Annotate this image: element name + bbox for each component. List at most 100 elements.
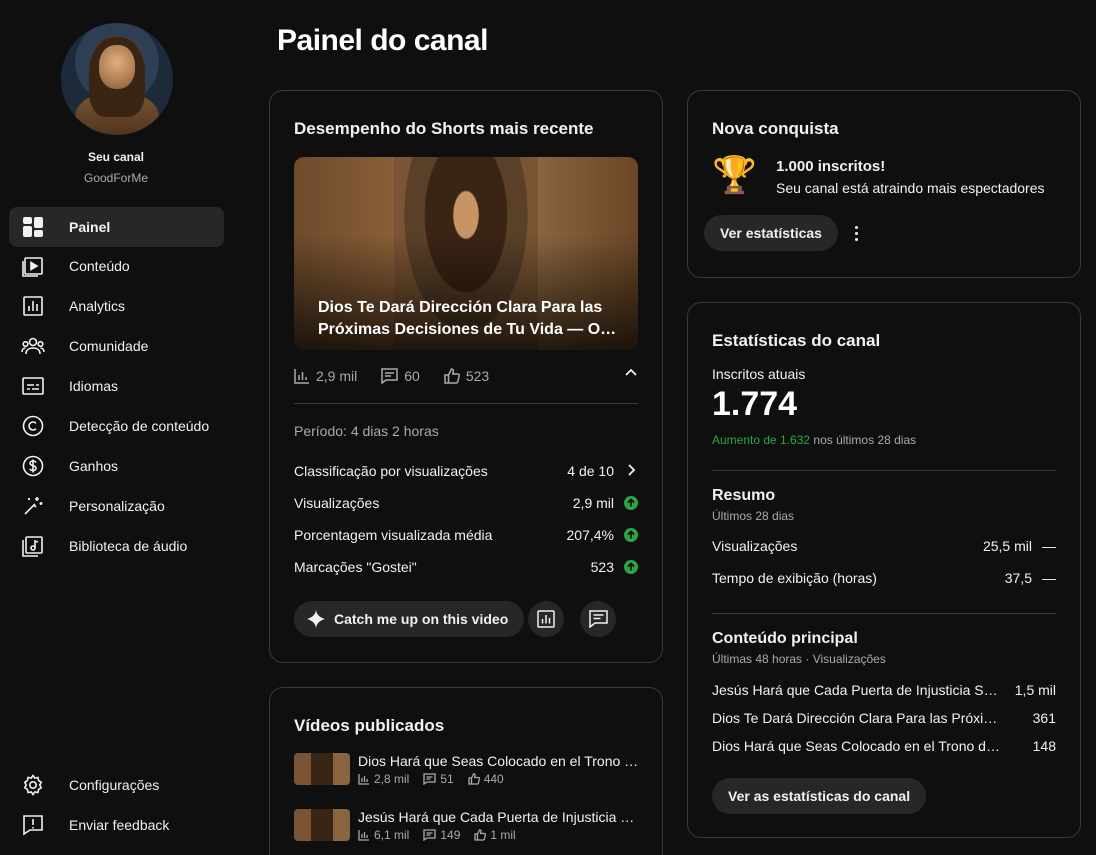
card-title: Desempenho do Shorts mais recente	[294, 119, 594, 138]
view-channel-stats-button[interactable]: Ver as estatísticas do canal	[712, 778, 927, 814]
metric-value: 4 de 10	[567, 463, 614, 479]
copyright-icon	[21, 414, 45, 438]
shorts-stats: 2,9 mil 60 523	[294, 365, 638, 387]
metric-name: Porcentagem visualizada média	[294, 527, 493, 543]
metric-value: 523	[590, 559, 614, 575]
analytics-button[interactable]	[528, 601, 564, 637]
summary-title: Resumo	[712, 487, 776, 504]
analytics-icon	[21, 294, 45, 318]
sidebar-item-label: Analytics	[69, 298, 126, 314]
divider	[712, 613, 1056, 614]
comment-icon	[588, 610, 608, 628]
metric-row-views: Visualizações 2,9 mil	[294, 492, 638, 514]
dashboard-icon	[21, 215, 45, 239]
comment-icon	[423, 829, 436, 841]
content-icon	[21, 254, 45, 278]
shorts-comments: 60	[404, 368, 420, 384]
feedback-icon	[21, 813, 45, 837]
gear-icon	[21, 773, 45, 797]
channel-avatar[interactable]	[61, 23, 173, 135]
shorts-thumbnail[interactable]: Dios Te Dará Dirección Clara Para las Pr…	[294, 157, 638, 350]
shorts-performance-card: Desempenho do Shorts mais recente Dios T…	[269, 90, 663, 663]
metric-name: Classificação por visualizações	[294, 463, 488, 479]
metric-row-likes: Marcações "Gostei" 523	[294, 556, 638, 578]
sidebar: Seu canal GoodForMe Painel Conteúdo Anal…	[0, 0, 240, 855]
divider	[294, 403, 638, 404]
sparkle-icon	[307, 610, 325, 628]
video-stats: 2,8 mil 51 440	[358, 772, 518, 786]
top-content-title: Conteúdo principal	[712, 630, 858, 647]
video-thumbnail	[294, 809, 350, 841]
sidebar-item-customization[interactable]: Personalização	[9, 486, 224, 526]
arrow-up-icon	[624, 496, 638, 510]
sidebar-item-label: Detecção de conteúdo	[69, 418, 210, 434]
page-title: Painel do canal	[277, 24, 488, 57]
magic-wand-icon	[21, 494, 45, 518]
sidebar-item-label: Comunidade	[69, 338, 149, 354]
achievement-subtitle: Seu canal está atraindo mais espectadore…	[776, 180, 1045, 196]
view-stats-button[interactable]: Ver estatísticas	[704, 215, 838, 251]
video-thumbnail	[294, 753, 350, 785]
card-title: Estatísticas do canal	[712, 331, 881, 350]
sidebar-item-label: Biblioteca de áudio	[69, 538, 188, 554]
views-icon	[358, 830, 369, 841]
metric-row-rank[interactable]: Classificação por visualizações 4 de 10	[294, 460, 638, 482]
subs-value: 1.774	[712, 385, 798, 423]
views-icon	[358, 774, 369, 785]
channel-name: GoodForMe	[83, 171, 149, 185]
sidebar-item-label: Painel	[69, 219, 111, 235]
top-content-subtitle: Últimas 48 horas · Visualizações	[712, 652, 886, 666]
community-icon	[21, 334, 45, 358]
top-content-row[interactable]: Jesús Hará que Cada Puerta de Injusticia…	[712, 680, 1056, 700]
catch-me-up-button[interactable]: Catch me up on this video	[294, 601, 525, 637]
achievement-title: 1.000 inscritos!	[776, 158, 886, 175]
summary-row-views: Visualizações 25,5 mil —	[712, 538, 1056, 554]
list-item[interactable]: Jesús Hará que Cada Puerta de Injusticia…	[294, 809, 639, 843]
sidebar-item-earnings[interactable]: Ganhos	[9, 446, 224, 486]
sidebar-item-analytics[interactable]: Analytics	[9, 286, 224, 326]
sidebar-item-content[interactable]: Conteúdo	[9, 246, 224, 286]
summary-subtitle: Últimos 28 dias	[712, 509, 795, 523]
sidebar-item-languages[interactable]: Idiomas	[9, 366, 224, 406]
sidebar-item-dashboard[interactable]: Painel	[9, 207, 224, 247]
comments-button[interactable]	[580, 601, 616, 637]
trophy-icon: 🏆	[712, 154, 757, 195]
video-stats: 6,1 mil 149 1 mil	[358, 828, 530, 842]
published-videos-card: Vídeos publicados Dios Hará que Seas Col…	[269, 687, 663, 855]
channel-label: Seu canal	[87, 150, 145, 164]
sidebar-item-feedback[interactable]: Enviar feedback	[9, 805, 224, 845]
comment-icon	[423, 773, 436, 785]
video-title: Dios Hará que Seas Colocado en el Trono …	[358, 753, 639, 769]
sidebar-item-label: Configurações	[69, 777, 160, 793]
like-icon	[468, 773, 480, 785]
top-content-row[interactable]: Dios Te Dará Dirección Clara Para las Pr…	[712, 708, 1056, 728]
achievement-card: Nova conquista 🏆 1.000 inscritos! Seu ca…	[687, 90, 1081, 278]
dollar-icon	[21, 454, 45, 478]
comment-icon	[381, 368, 398, 384]
sidebar-item-label: Enviar feedback	[69, 817, 170, 833]
card-title: Nova conquista	[712, 119, 839, 138]
card-title: Vídeos publicados	[294, 716, 445, 735]
shorts-views: 2,9 mil	[316, 368, 358, 384]
metric-row-avg-viewed: Porcentagem visualizada média 207,4%	[294, 524, 638, 546]
sidebar-item-settings[interactable]: Configurações	[9, 765, 224, 805]
like-icon	[444, 368, 460, 384]
sidebar-item-community[interactable]: Comunidade	[9, 326, 224, 366]
sidebar-item-label: Conteúdo	[69, 258, 130, 274]
metric-value: 2,9 mil	[572, 495, 614, 511]
divider	[712, 470, 1056, 471]
list-item[interactable]: Dios Hará que Seas Colocado en el Trono …	[294, 753, 639, 787]
shorts-likes: 523	[465, 368, 490, 384]
summary-row-watch-time: Tempo de exibição (horas) 37,5 —	[712, 570, 1056, 586]
audio-library-icon	[21, 534, 45, 558]
collapse-chevron-icon[interactable]	[624, 365, 638, 382]
metric-name: Visualizações	[294, 495, 380, 511]
top-content-row[interactable]: Dios Hará que Seas Colocado en el Trono …	[712, 736, 1056, 756]
arrow-up-icon	[624, 560, 638, 574]
sidebar-item-audio-library[interactable]: Biblioteca de áudio	[9, 526, 224, 566]
sidebar-item-label: Ganhos	[69, 458, 119, 474]
more-options-icon[interactable]	[844, 226, 868, 241]
shorts-title-line2: Próximas Decisiones de Tu Vida — Ora...	[318, 321, 618, 338]
sidebar-item-content-detection[interactable]: Detecção de conteúdo	[9, 406, 224, 446]
arrow-up-icon	[624, 528, 638, 542]
